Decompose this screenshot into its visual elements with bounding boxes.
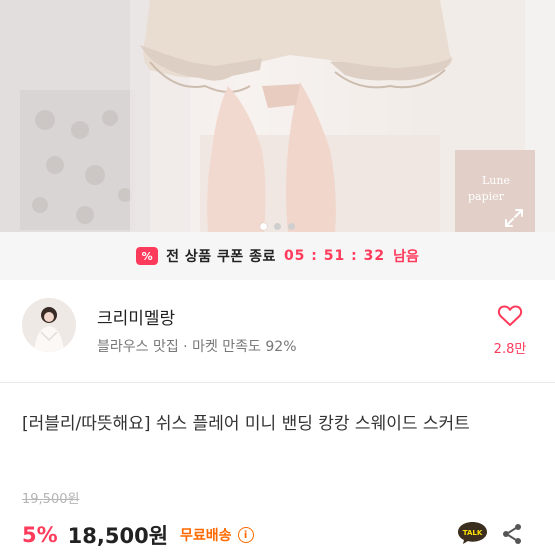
shop-name[interactable]: 크리미멜랑: [97, 304, 175, 329]
coupon-icon: %: [136, 247, 159, 265]
talk-label: TALK: [463, 529, 483, 537]
discount-rate: 5%: [22, 523, 58, 547]
coupon-timer: 05 : 51 : 32: [283, 248, 386, 264]
shop-description: 블라우스 맛집 · 마켓 만족도 92%: [97, 339, 297, 355]
price-row: 5% 18,500원 무료배송 i: [22, 520, 254, 550]
shop-info[interactable]: 크리미멜랑 블라우스 맛집 · 마켓 만족도 92% 2.8만: [0, 290, 555, 360]
share-button[interactable]: [500, 522, 524, 546]
product-photo-art: papier Lune: [0, 0, 555, 232]
info-icon[interactable]: i: [237, 527, 254, 543]
product-title: [러블리/따뜻해요] 쉬스 플레어 미니 밴딩 캉캉 스웨이드 스커트: [22, 414, 470, 434]
coupon-timer-suffix: 남음: [393, 249, 419, 265]
carousel-dot[interactable]: [260, 223, 267, 230]
talk-icon: TALK: [458, 522, 487, 544]
divider: [0, 382, 555, 383]
share-icon: [503, 524, 521, 544]
carousel-indicator: [260, 223, 295, 230]
original-price: 19,500원: [22, 492, 80, 507]
heart-icon: [497, 305, 523, 326]
carousel-dot[interactable]: [274, 223, 281, 230]
sale-price: 18,500원: [67, 524, 169, 548]
coupon-text: 전 상품 쿠폰 종료: [166, 249, 276, 265]
carousel-dot[interactable]: [288, 223, 295, 230]
product-photo[interactable]: papier Lune: [0, 0, 555, 232]
like-count: 2.8만: [493, 342, 527, 357]
free-shipping-label: 무료배송: [180, 528, 232, 544]
coupon-countdown-banner[interactable]: % 전 상품 쿠폰 종료 05 : 51 : 32 남음: [0, 232, 555, 280]
expand-button[interactable]: [503, 207, 529, 232]
svg-text:papier: papier: [468, 190, 505, 203]
talk-button[interactable]: TALK: [456, 520, 489, 545]
expand-icon: [505, 209, 523, 227]
shop-avatar[interactable]: [22, 298, 76, 352]
like-button[interactable]: 2.8만: [480, 304, 540, 357]
svg-text:Lune: Lune: [482, 174, 510, 187]
shop-avatar-image: [22, 298, 76, 352]
